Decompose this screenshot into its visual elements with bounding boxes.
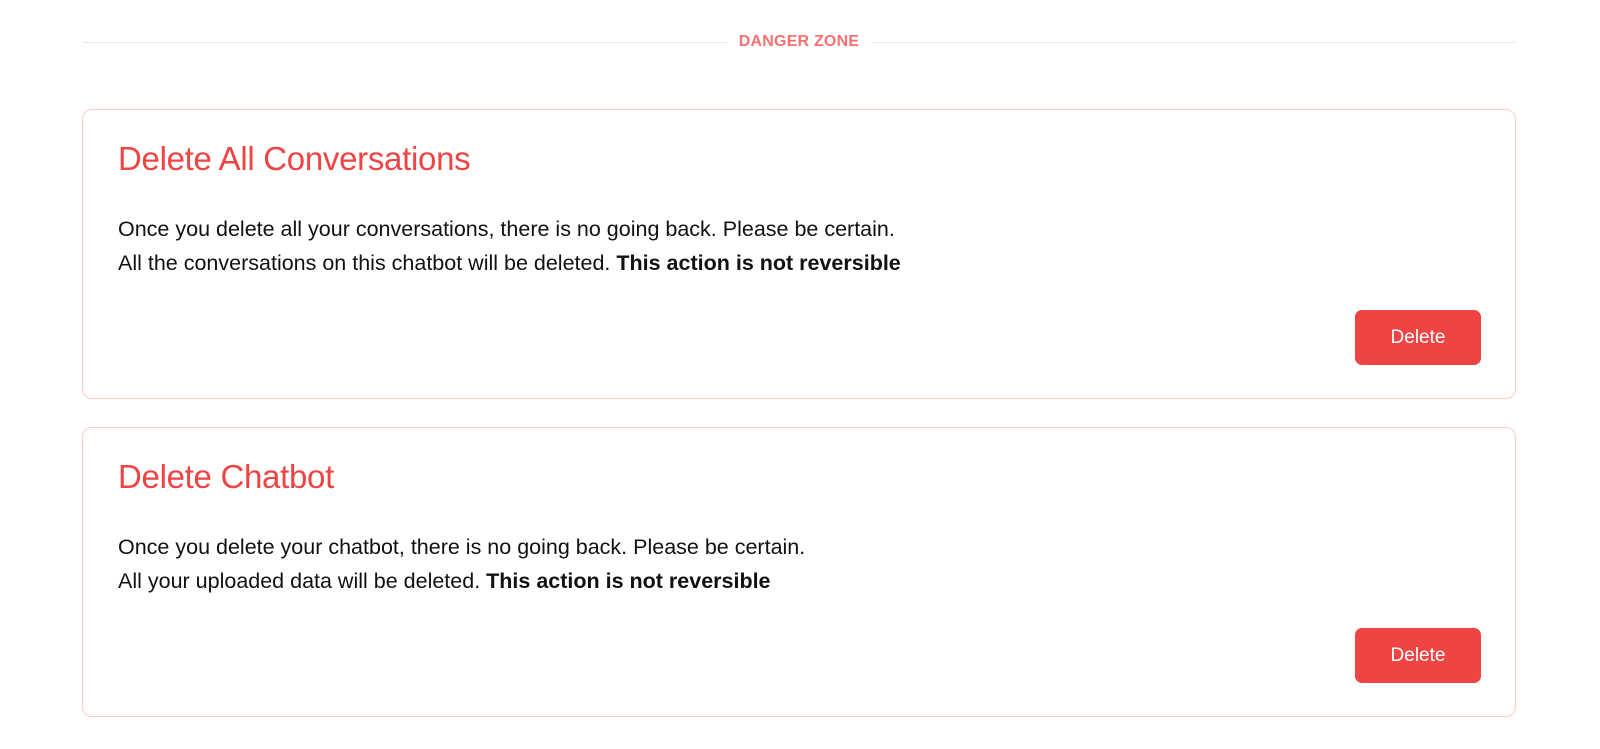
delete-conversations-title: Delete All Conversations: [118, 140, 471, 177]
delete-conversations-line-1: Once you delete all your conversations, …: [118, 217, 895, 241]
delete-conversations-warning: This action is not reversible: [616, 251, 901, 275]
delete-conversations-line-2: All the conversations on this chatbot wi…: [118, 246, 901, 280]
danger-zone-divider: DANGER ZONE: [82, 30, 1516, 54]
danger-zone-page: DANGER ZONE Delete All Conversations Onc…: [0, 0, 1600, 749]
delete-chatbot-warning: This action is not reversible: [486, 569, 771, 593]
delete-conversations-line-2-text: All the conversations on this chatbot wi…: [118, 251, 611, 275]
danger-zone-label: DANGER ZONE: [738, 33, 860, 50]
delete-chatbot-button[interactable]: Delete: [1355, 628, 1481, 683]
delete-conversations-card: Delete All Conversations Once you delete…: [82, 109, 1516, 399]
divider-line-left: [82, 41, 727, 43]
delete-conversations-button[interactable]: Delete: [1355, 310, 1481, 365]
delete-chatbot-line-1: Once you delete your chatbot, there is n…: [118, 535, 806, 559]
delete-chatbot-line-2: All your uploaded data will be deleted. …: [118, 564, 805, 598]
delete-chatbot-line-2-text: All your uploaded data will be deleted.: [118, 569, 481, 593]
divider-line-right: [871, 41, 1516, 43]
delete-chatbot-title: Delete Chatbot: [118, 458, 334, 495]
delete-chatbot-description: Once you delete your chatbot, there is n…: [118, 530, 805, 598]
delete-chatbot-card: Delete Chatbot Once you delete your chat…: [82, 427, 1516, 717]
delete-conversations-description: Once you delete all your conversations, …: [118, 212, 901, 280]
